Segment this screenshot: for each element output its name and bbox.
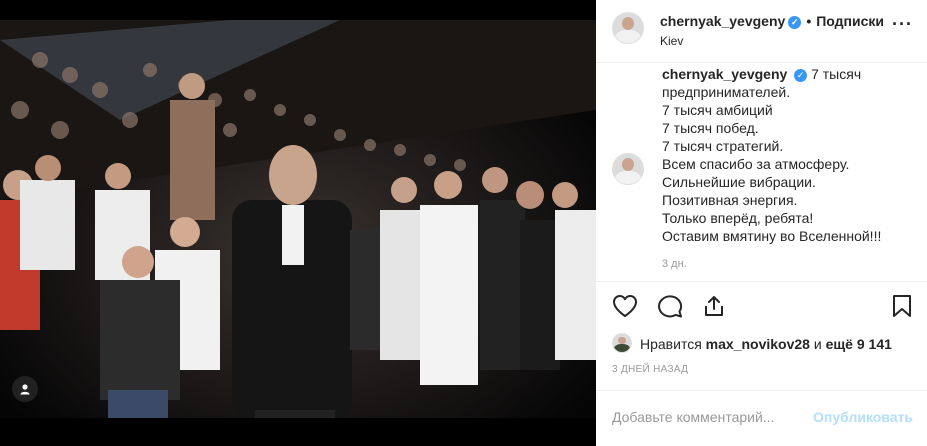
likes-count-link[interactable]: ещё 9 141 bbox=[826, 336, 892, 352]
author-username[interactable]: chernyak_yevgeny bbox=[660, 13, 785, 29]
publish-button[interactable]: Опубликовать bbox=[813, 409, 913, 425]
verified-icon: ✓ bbox=[788, 15, 802, 29]
liker-username[interactable]: max_novikov28 bbox=[706, 336, 810, 352]
caption-line: 7 тысяч стратегий. bbox=[662, 138, 784, 154]
caption-line: предпринимателей. bbox=[662, 84, 791, 100]
comment-input[interactable] bbox=[612, 409, 802, 425]
verified-icon: ✓ bbox=[794, 68, 808, 82]
heart-icon bbox=[613, 295, 637, 317]
liker-avatar[interactable] bbox=[612, 333, 632, 353]
post-date[interactable]: 3 ДНЕЙ НАЗАД bbox=[612, 364, 688, 375]
action-bar bbox=[596, 281, 927, 333]
share-button[interactable] bbox=[702, 294, 726, 323]
add-comment-bar: Опубликовать bbox=[596, 390, 927, 446]
save-button[interactable] bbox=[892, 294, 912, 323]
post-photo[interactable] bbox=[0, 0, 596, 446]
user-tag-icon[interactable] bbox=[12, 376, 38, 402]
bookmark-icon bbox=[893, 295, 911, 317]
follow-button[interactable]: Подписки bbox=[816, 13, 884, 29]
post-side-panel: chernyak_yevgeny ✓ • Подписки Kiev ··· cher… bbox=[596, 0, 927, 446]
likes-conjunction: и bbox=[813, 336, 822, 352]
caption-line: Всем спасибо за атмосферу. bbox=[662, 156, 850, 172]
caption-author-avatar[interactable] bbox=[612, 153, 644, 185]
separator-dot: • bbox=[806, 13, 812, 29]
caption-line: 7 тысяч амбиций bbox=[662, 102, 773, 118]
comment-button[interactable] bbox=[657, 294, 683, 323]
location-link[interactable]: Kiev bbox=[660, 34, 683, 48]
caption-line: Сильнейшие вибрации. bbox=[662, 174, 816, 190]
crowd-photo-image bbox=[0, 0, 596, 446]
caption-line: Оставим вмятину во Вселенной!!! bbox=[662, 228, 882, 244]
post-modal: chernyak_yevgeny ✓ • Подписки Kiev ··· cher… bbox=[0, 0, 927, 446]
post-header: chernyak_yevgeny ✓ • Подписки Kiev ··· bbox=[596, 0, 927, 63]
comments-area[interactable]: chernyak_yevgeny ✓ 7 тысяч предпринимате… bbox=[596, 63, 927, 281]
caption-line: 7 тысяч bbox=[811, 66, 862, 82]
post-caption: chernyak_yevgeny ✓ 7 тысяч предпринимате… bbox=[662, 65, 912, 245]
caption-line: Только вперёд, ребята! bbox=[662, 210, 814, 226]
comment-icon bbox=[658, 295, 683, 318]
likes-prefix: Нравится bbox=[640, 336, 702, 352]
person-glyph bbox=[20, 384, 30, 395]
caption-time[interactable]: 3 дн. bbox=[662, 258, 687, 270]
author-line: chernyak_yevgeny ✓ • Подписки bbox=[660, 13, 884, 29]
caption-line: 7 тысяч побед. bbox=[662, 120, 759, 136]
like-button[interactable] bbox=[612, 294, 638, 323]
more-options-icon[interactable]: ··· bbox=[892, 14, 913, 35]
share-icon bbox=[705, 296, 723, 316]
caption-username[interactable]: chernyak_yevgeny bbox=[662, 66, 787, 82]
author-avatar[interactable] bbox=[612, 12, 644, 44]
caption-line: Позитивная энергия. bbox=[662, 192, 798, 208]
